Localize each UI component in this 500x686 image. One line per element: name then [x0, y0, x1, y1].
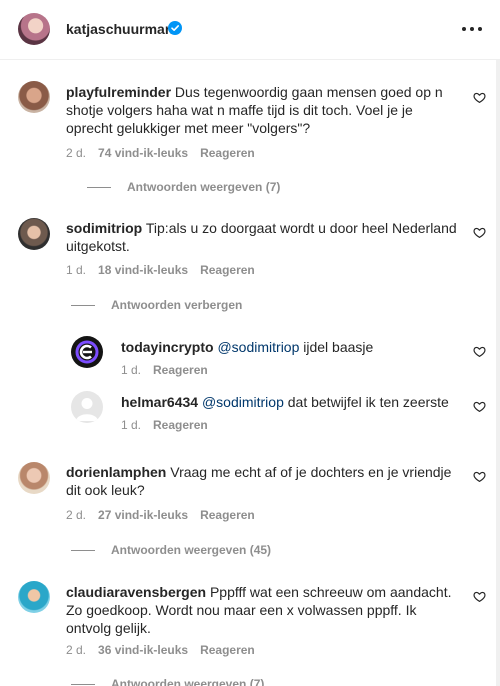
reply-body: dat betwijfel ik ten zeerste: [287, 394, 449, 410]
divider: [87, 187, 111, 189]
show-replies-button[interactable]: Antwoorden weergeven (7): [87, 180, 280, 194]
comment-likes[interactable]: 36 vind-ik-leuks: [98, 643, 188, 657]
comment-text: playfulreminder Dus tegenwoordig gaan me…: [66, 83, 460, 137]
avatar[interactable]: [71, 391, 103, 423]
default-avatar-icon: [76, 398, 98, 421]
reply-username[interactable]: todayincrypto: [121, 339, 214, 355]
avatar[interactable]: [18, 13, 50, 45]
comment-text: sodimitriop Tip:als u zo doorgaat wordt …: [66, 219, 460, 255]
reply-button[interactable]: Reageren: [153, 418, 208, 432]
reply-time[interactable]: 1 d.: [121, 418, 141, 432]
heart-icon[interactable]: [473, 345, 486, 358]
show-replies-button[interactable]: Antwoorden weergeven (7): [71, 677, 264, 686]
comment-username[interactable]: dorienlamphen: [66, 464, 166, 480]
avatar[interactable]: [18, 462, 50, 494]
avatar[interactable]: [71, 336, 103, 368]
comment-username[interactable]: playfulreminder: [66, 84, 171, 100]
comment-meta: 2 d. 27 vind-ik-leuks Reageren: [66, 508, 255, 522]
comment-likes[interactable]: 74 vind-ik-leuks: [98, 146, 188, 160]
comment-time[interactable]: 1 d.: [66, 263, 86, 277]
reply-username[interactable]: helmar6434: [121, 394, 198, 410]
toggle-label: Antwoorden verbergen: [111, 298, 243, 312]
reply-meta: 1 d. Reageren: [121, 363, 208, 377]
heart-icon[interactable]: [473, 590, 486, 603]
toggle-label: Antwoorden weergeven (7): [127, 180, 281, 194]
post-header: katjaschuurman: [0, 0, 500, 60]
reply-button[interactable]: Reageren: [200, 263, 255, 277]
more-options-icon[interactable]: [462, 27, 482, 33]
avatar[interactable]: [18, 581, 50, 613]
reply-button[interactable]: Reageren: [200, 643, 255, 657]
divider: [71, 550, 95, 552]
reply-button[interactable]: Reageren: [200, 508, 255, 522]
comment-username[interactable]: claudiaravensbergen: [66, 584, 206, 600]
toggle-label: Antwoorden weergeven (7): [111, 677, 265, 686]
verified-badge-icon: [168, 21, 182, 35]
hide-replies-button[interactable]: Antwoorden verbergen: [71, 298, 242, 312]
comment-meta: 1 d. 18 vind-ik-leuks Reageren: [66, 263, 255, 277]
divider: [71, 305, 95, 307]
comment-meta: 2 d. 74 vind-ik-leuks Reageren: [66, 146, 255, 160]
mention-link[interactable]: @sodimitriop: [202, 394, 284, 410]
crypto-logo-icon: [75, 340, 99, 364]
reply-button[interactable]: Reageren: [200, 146, 255, 160]
reply-button[interactable]: Reageren: [153, 363, 208, 377]
toggle-label: Antwoorden weergeven (45): [111, 543, 272, 557]
comment-likes[interactable]: 27 vind-ik-leuks: [98, 508, 188, 522]
reply-time[interactable]: 1 d.: [121, 363, 141, 377]
reply-text: helmar6434 @sodimitriop dat betwijfel ik…: [121, 393, 461, 411]
post-author-username[interactable]: katjaschuurman: [66, 21, 173, 37]
divider: [71, 684, 95, 686]
avatar[interactable]: [18, 81, 50, 113]
comment-time[interactable]: 2 d.: [66, 146, 86, 160]
comment-text: claudiaravensbergen Pppfff wat een schre…: [66, 583, 460, 637]
heart-icon[interactable]: [473, 91, 486, 104]
comment-time[interactable]: 2 d.: [66, 508, 86, 522]
comment-time[interactable]: 2 d.: [66, 643, 86, 657]
show-replies-button[interactable]: Antwoorden weergeven (45): [71, 543, 271, 557]
comment-text: dorienlamphen Vraag me echt af of je doc…: [66, 463, 460, 499]
heart-icon[interactable]: [473, 470, 486, 483]
avatar[interactable]: [18, 218, 50, 250]
comment-meta: 2 d. 36 vind-ik-leuks Reageren: [66, 643, 255, 657]
reply-meta: 1 d. Reageren: [121, 418, 208, 432]
heart-icon[interactable]: [473, 400, 486, 413]
scrollbar[interactable]: [496, 60, 500, 686]
mention-link[interactable]: @sodimitriop: [217, 339, 299, 355]
reply-body: ijdel baasje: [303, 339, 374, 355]
comment-likes[interactable]: 18 vind-ik-leuks: [98, 263, 188, 277]
comment-username[interactable]: sodimitriop: [66, 220, 142, 236]
heart-icon[interactable]: [473, 226, 486, 239]
reply-text: todayincrypto @sodimitriop ijdel baasje: [121, 338, 461, 356]
